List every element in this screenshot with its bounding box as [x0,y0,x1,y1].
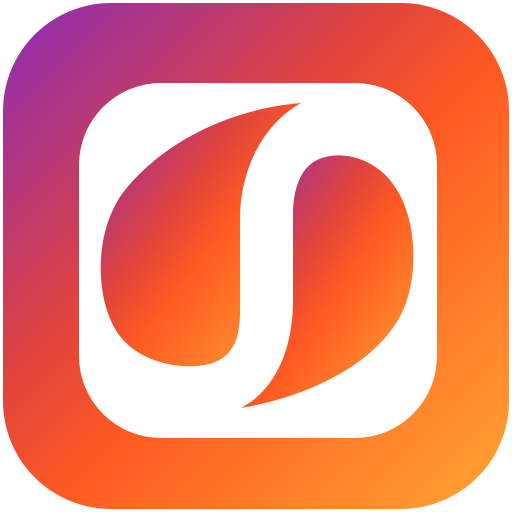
app-icon [0,0,512,512]
app-logo-icon [3,3,509,509]
